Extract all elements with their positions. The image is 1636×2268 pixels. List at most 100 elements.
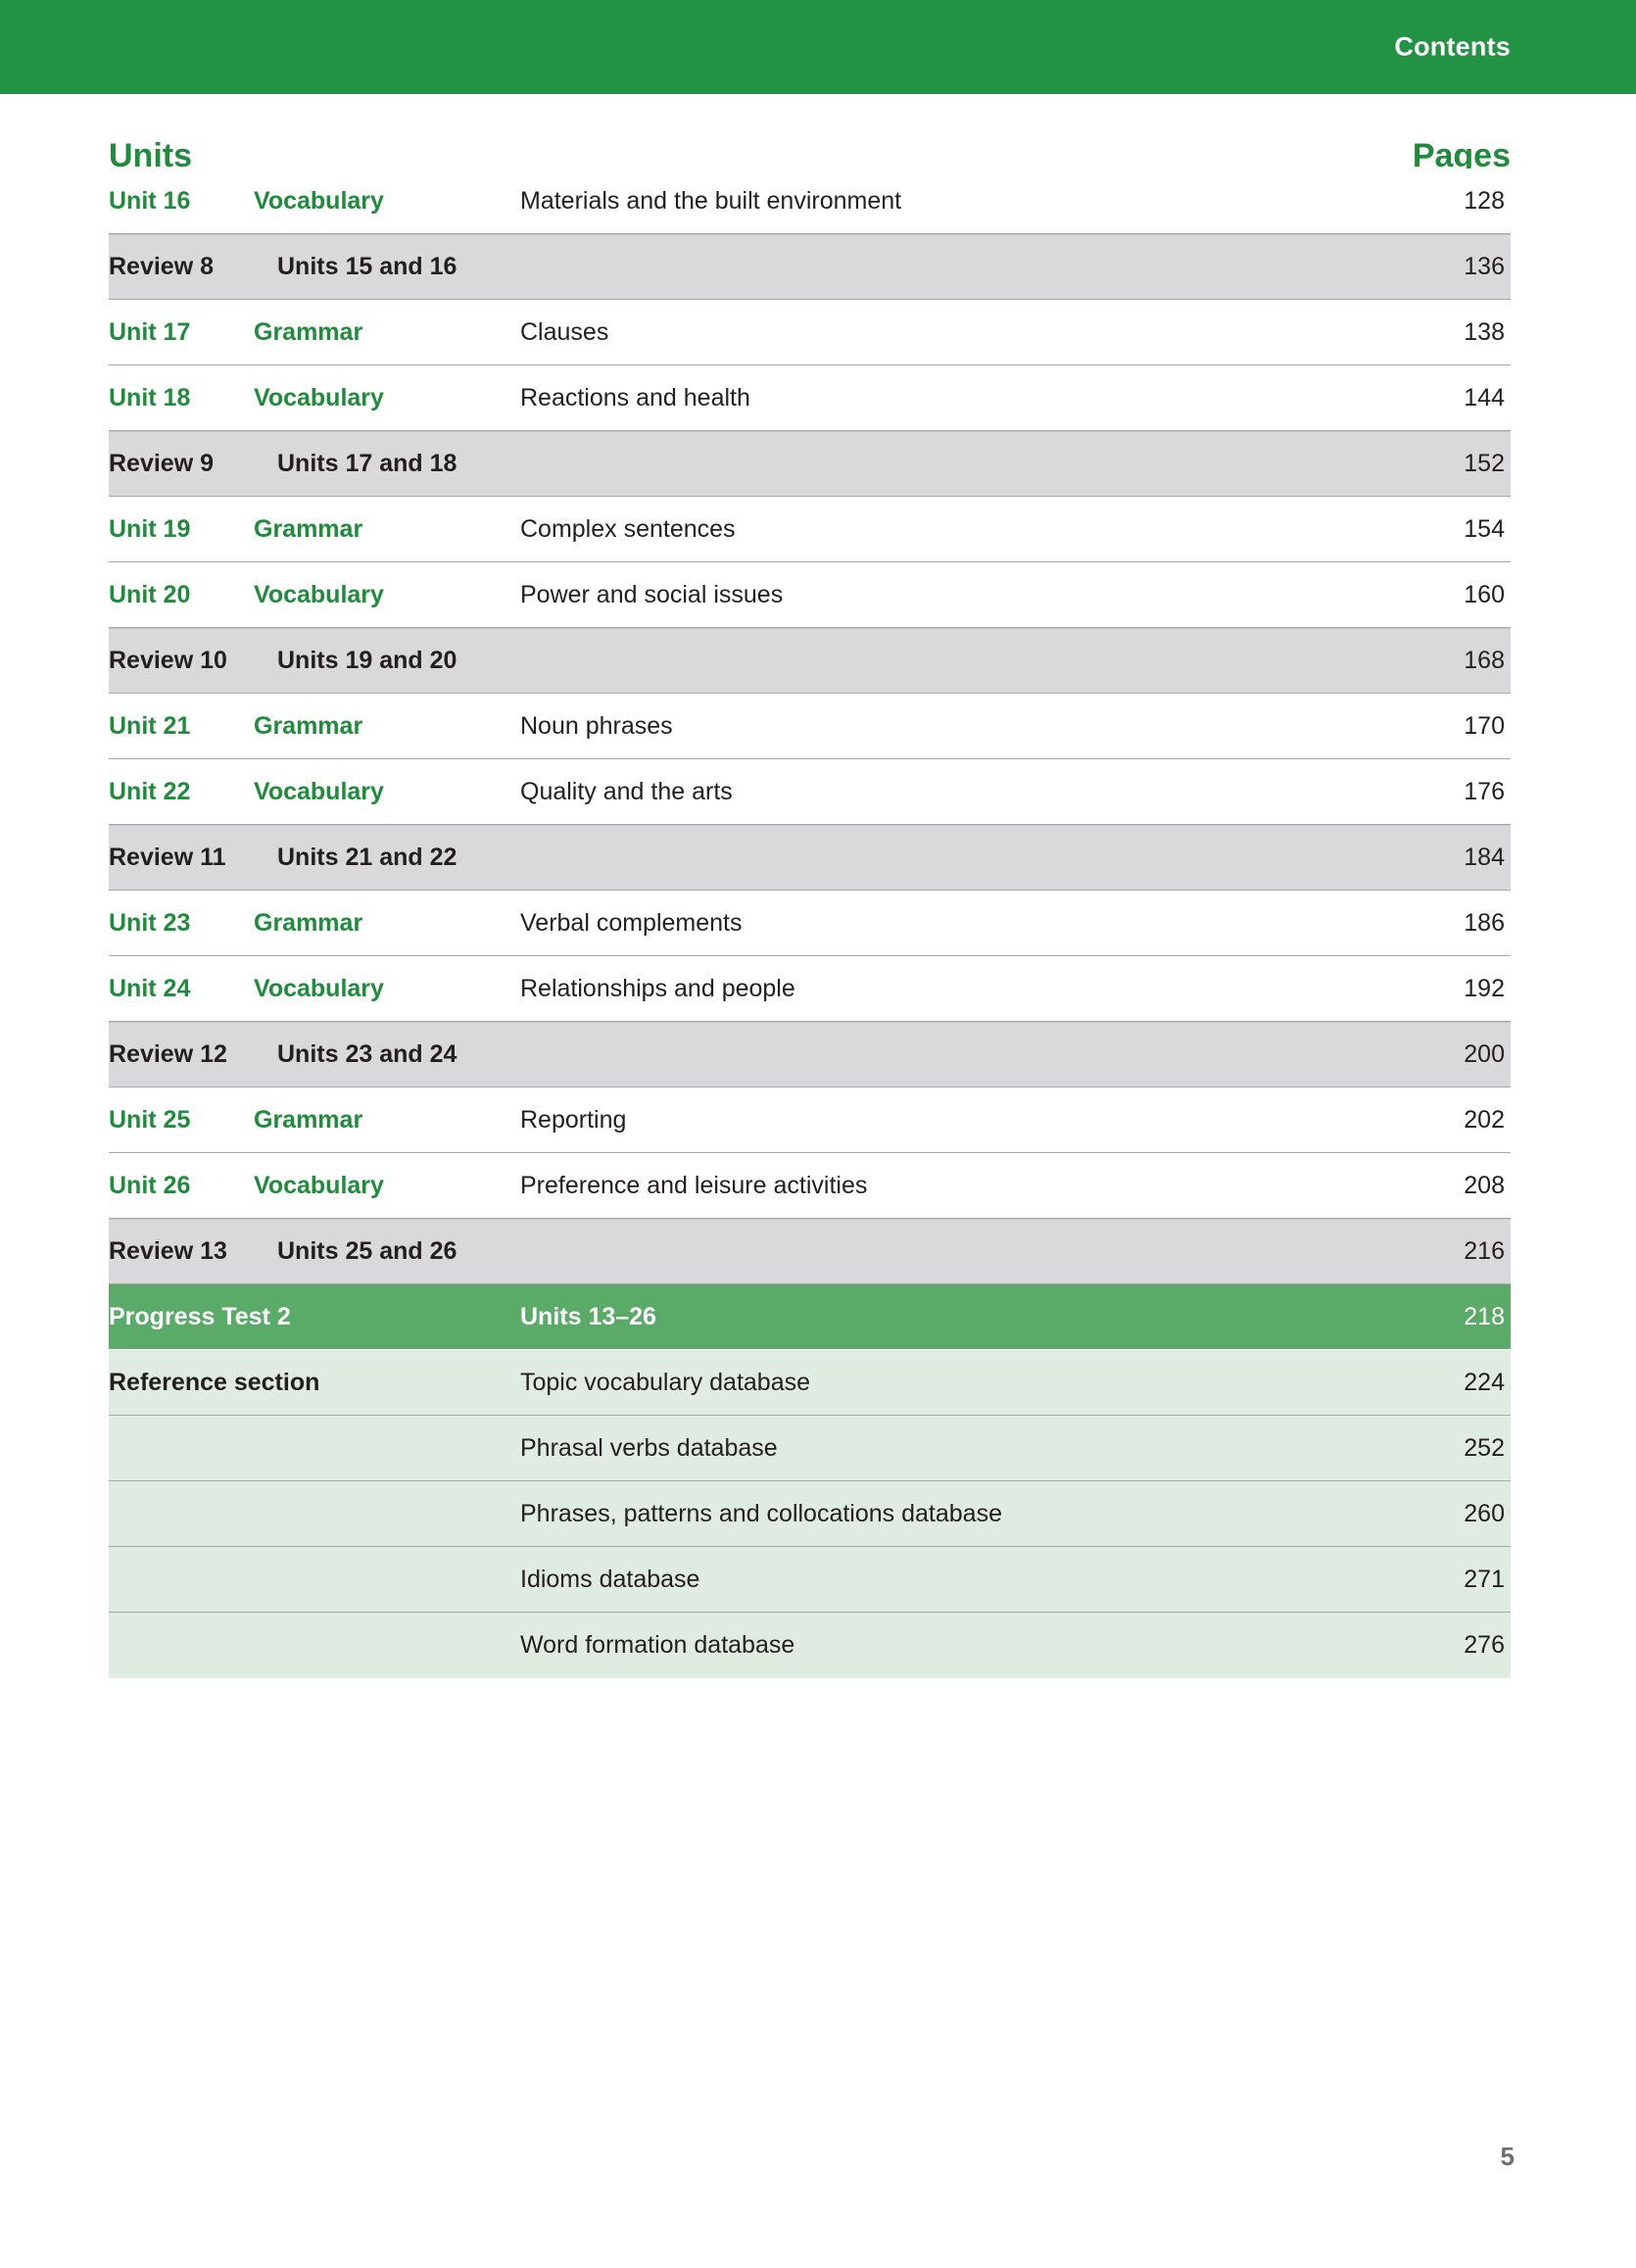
toc-row-kind: Vocabulary	[254, 383, 384, 411]
toc-row-kind: Units 19 and 20	[277, 647, 457, 674]
toc-row-page-number: 260	[1464, 1499, 1505, 1527]
toc-row-reference[interactable]: Phrasal verbs database 252	[109, 1416, 1511, 1481]
toc-row-kind: Vocabulary	[254, 580, 384, 608]
toc-row-reference[interactable]: Idioms database 271	[109, 1547, 1511, 1613]
toc-row-description: Clauses	[520, 317, 609, 346]
toc-row-description: Complex sentences	[520, 514, 736, 543]
toc-row-progress[interactable]: Progress Test 2 Units 13–26 218	[109, 1284, 1511, 1350]
toc-row-description: Topic vocabulary database	[520, 1368, 811, 1396]
toc-row-unit[interactable]: Unit 24 Vocabulary Relationships and peopl…	[109, 956, 1511, 1022]
toc-row-code: Unit 19	[109, 514, 191, 543]
page-header-title: Contents	[1394, 31, 1511, 62]
toc-row-code: Reference section	[109, 1368, 320, 1396]
toc-row-code: Review 9	[109, 450, 215, 477]
toc-row-review[interactable]: Review 8 Units 15 and 16 136	[109, 234, 1511, 300]
toc-row-kind: Grammar	[254, 711, 363, 740]
toc-row-kind: Units 15 and 16	[277, 253, 457, 280]
column-headings-row: Units Pages	[109, 94, 1511, 174]
toc-row-kind: Grammar	[254, 317, 363, 346]
toc-row-description: Quality and the arts	[520, 777, 733, 805]
toc-row-reference[interactable]: Phrases, patterns and collocations datab…	[109, 1481, 1511, 1547]
toc-row-code: Unit 21	[109, 711, 191, 740]
toc-row-unit[interactable]: Unit 20 Vocabulary Power and social issues…	[109, 562, 1511, 628]
toc-row-page-number: 176	[1464, 777, 1505, 805]
toc-row-code: Unit 23	[109, 908, 191, 937]
toc-row-page-number: 138	[1464, 317, 1505, 346]
toc-row-code: Review 8	[109, 253, 215, 280]
toc-row-code: Review 12	[109, 1040, 227, 1068]
toc-row-description: Noun phrases	[520, 711, 673, 740]
toc-row-kind: Grammar	[254, 514, 363, 543]
toc-row-review[interactable]: Review 12 Units 23 and 24 200	[109, 1022, 1511, 1087]
toc-row-unit[interactable]: Unit 22 Vocabulary Quality and the arts 176	[109, 759, 1511, 825]
toc-row-unit[interactable]: Unit 25 Grammar Reporting 202	[109, 1087, 1511, 1153]
table-of-contents: Unit 16 Vocabulary Materials and the built…	[109, 169, 1511, 1678]
toc-row-code: Unit 17	[109, 317, 191, 346]
toc-row-page-number: 170	[1464, 711, 1505, 740]
toc-row-page-number: 208	[1464, 1171, 1505, 1199]
toc-row-kind: Grammar	[254, 908, 363, 937]
toc-row-page-number: 154	[1464, 514, 1505, 543]
toc-row-review[interactable]: Review 9 Units 17 and 18 152	[109, 431, 1511, 497]
toc-row-description: Idioms database	[520, 1565, 700, 1593]
toc-row-kind: Units 21 and 22	[277, 844, 457, 871]
toc-row-kind: Vocabulary	[254, 186, 384, 215]
toc-row-kind: Vocabulary	[254, 1171, 384, 1199]
toc-row-page-number: 128	[1464, 186, 1505, 215]
toc-row-page-number: 184	[1464, 844, 1505, 871]
toc-row-review[interactable]: Review 11 Units 21 and 22 184	[109, 825, 1511, 891]
toc-row-description: Relationships and people	[520, 974, 795, 1002]
toc-row-unit[interactable]: Unit 21 Grammar Noun phrases 170	[109, 694, 1511, 759]
toc-row-description: Phrasal verbs database	[520, 1433, 778, 1462]
toc-row-code: Review 13	[109, 1237, 227, 1265]
toc-row-page-number: 186	[1464, 908, 1505, 937]
toc-row-code: Review 11	[109, 844, 226, 871]
toc-row-kind: Units 17 and 18	[277, 450, 457, 477]
toc-row-page-number: 152	[1464, 450, 1505, 477]
toc-row-page-number: 144	[1464, 383, 1505, 411]
toc-row-code: Review 10	[109, 647, 227, 674]
toc-row-code: Unit 25	[109, 1105, 191, 1134]
toc-row-unit[interactable]: Unit 26 Vocabulary Preference and leisure …	[109, 1153, 1511, 1219]
toc-row-unit[interactable]: Unit 18 Vocabulary Reactions and health 144	[109, 365, 1511, 431]
toc-row-code: Progress Test 2	[109, 1302, 291, 1330]
toc-row-code: Unit 16	[109, 186, 191, 215]
toc-row-description: Reporting	[520, 1105, 627, 1134]
toc-row-kind: Grammar	[254, 1105, 363, 1134]
toc-row-unit[interactable]: Unit 17 Grammar Clauses 138	[109, 300, 1511, 365]
page-header-band: Contents	[0, 0, 1636, 94]
toc-row-page-number: 224	[1464, 1368, 1505, 1396]
toc-row-page-number: 252	[1464, 1433, 1505, 1462]
toc-row-kind: Vocabulary	[254, 974, 384, 1002]
toc-row-code: Unit 24	[109, 974, 191, 1002]
toc-row-description: Word formation database	[520, 1631, 795, 1659]
toc-row-kind: Vocabulary	[254, 777, 384, 805]
toc-row-code: Unit 22	[109, 777, 191, 805]
toc-row-code: Unit 20	[109, 580, 191, 608]
toc-row-page-number: 216	[1464, 1237, 1505, 1265]
toc-row-description: Phrases, patterns and collocations datab…	[520, 1499, 1002, 1527]
toc-row-review[interactable]: Review 13 Units 25 and 26 216	[109, 1219, 1511, 1284]
toc-row-unit[interactable]: Unit 16 Vocabulary Materials and the built…	[109, 169, 1511, 234]
toc-row-page-number: 168	[1464, 647, 1505, 674]
toc-row-unit[interactable]: Unit 19 Grammar Complex sentences 154	[109, 497, 1511, 562]
toc-row-reference[interactable]: Reference section Topic vocabulary databa…	[109, 1350, 1511, 1416]
toc-row-page-number: 192	[1464, 974, 1505, 1002]
toc-row-description: Units 13–26	[520, 1302, 656, 1330]
toc-row-code: Unit 18	[109, 383, 191, 411]
toc-row-unit[interactable]: Unit 23 Grammar Verbal complements 186	[109, 891, 1511, 956]
toc-row-reference[interactable]: Word formation database 276	[109, 1613, 1511, 1678]
toc-row-description: Verbal complements	[520, 908, 743, 937]
toc-row-description: Materials and the built environment	[520, 186, 902, 215]
toc-row-page-number: 136	[1464, 253, 1505, 280]
toc-row-code: Unit 26	[109, 1171, 191, 1199]
toc-row-page-number: 218	[1464, 1302, 1505, 1330]
page-folio-number: 5	[1500, 2142, 1515, 2171]
toc-row-page-number: 160	[1464, 580, 1505, 608]
toc-row-page-number: 202	[1464, 1105, 1505, 1134]
toc-row-page-number: 200	[1464, 1040, 1505, 1068]
toc-row-page-number: 276	[1464, 1631, 1505, 1659]
toc-row-description: Power and social issues	[520, 580, 784, 608]
toc-row-review[interactable]: Review 10 Units 19 and 20 168	[109, 628, 1511, 694]
toc-row-page-number: 271	[1464, 1565, 1505, 1593]
